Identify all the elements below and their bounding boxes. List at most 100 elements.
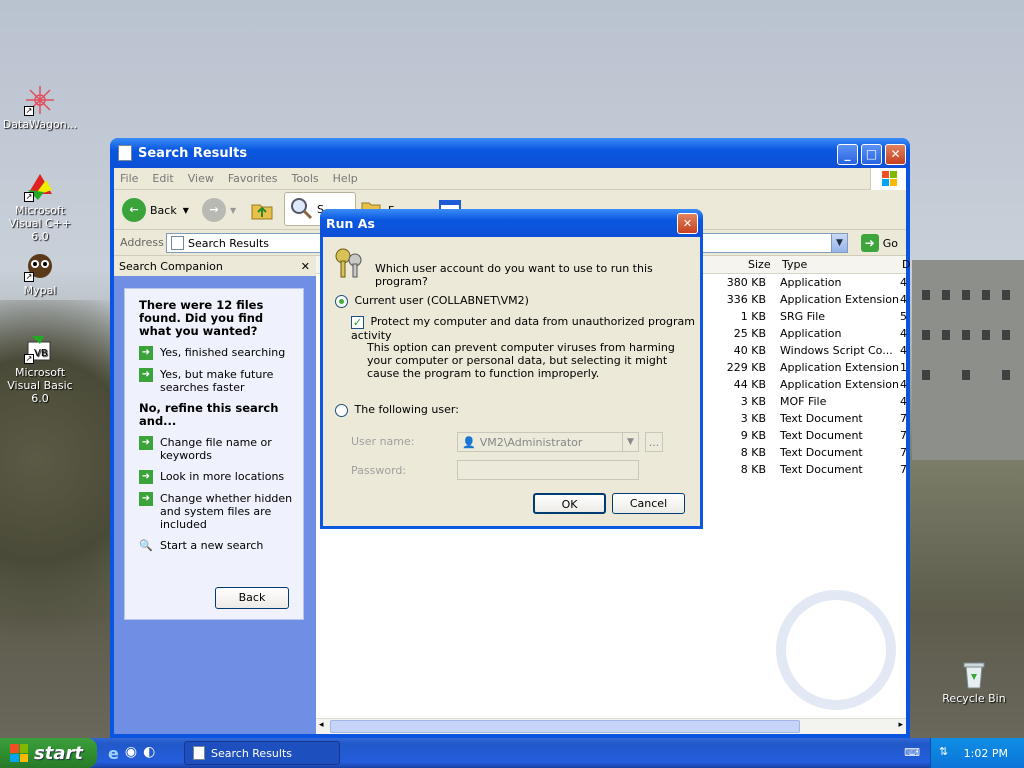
horizontal-scrollbar[interactable]: ◂ ▸ <box>316 718 906 734</box>
following-user-radio[interactable]: The following user: <box>335 403 459 417</box>
desktop-icon-label: Mypal <box>23 284 57 297</box>
current-user-radio[interactable]: Current user (COLLABNET\VM2) <box>335 294 529 308</box>
username-value: VM2\Administrator <box>479 435 583 449</box>
keyboard-icon[interactable]: ⌨ <box>904 746 920 759</box>
option-change-file-name[interactable]: ➜ Change file name or keywords <box>139 436 295 462</box>
window-title: Search Results <box>138 145 248 161</box>
svg-text:VB: VB <box>34 348 48 359</box>
username-combobox[interactable]: 👤 VM2\Administrator ▼ <box>457 432 639 452</box>
desktop-icon-label: DataWagon... <box>2 118 78 131</box>
desktop-icon-visual-cpp[interactable]: ↗ Microsoft Visual C++ 6.0 <box>0 170 80 243</box>
row-size: 3 KB <box>740 412 766 425</box>
browse-user-button[interactable]: ... <box>645 432 663 452</box>
forward-button[interactable]: → ▼ <box>202 196 236 224</box>
internet-explorer-icon[interactable]: e <box>108 744 119 763</box>
row-type: Application Extension <box>780 293 899 306</box>
scroll-right-icon[interactable]: ▸ <box>898 720 903 730</box>
up-folder-button[interactable] <box>250 196 274 224</box>
menu-tools[interactable]: Tools <box>292 172 319 185</box>
desktop-icon-mypal[interactable]: ↗ Mypal <box>0 250 80 297</box>
show-desktop-icon[interactable]: ◐ <box>143 744 155 763</box>
windows-flag-icon <box>10 744 28 762</box>
address-dropdown-button[interactable]: ▼ <box>831 234 847 252</box>
menu-view[interactable]: View <box>188 172 214 185</box>
menu-file[interactable]: File <box>120 172 138 185</box>
option-faster-searches[interactable]: ➜ Yes, but make future searches faster <box>139 368 295 394</box>
option-hidden-files[interactable]: ➜ Change whether hidden and system files… <box>139 492 295 531</box>
green-arrow-icon: ➜ <box>139 368 153 382</box>
row-extra: 4 <box>900 344 907 357</box>
following-user-label: The following user: <box>354 403 459 416</box>
window-titlebar[interactable]: Search Results <box>110 138 910 168</box>
shortcut-arrow-icon: ↗ <box>24 192 34 202</box>
row-type: Application <box>780 276 842 289</box>
protect-checkbox[interactable]: ✓ Protect my computer and data from unau… <box>351 315 700 342</box>
close-button[interactable]: ✕ <box>885 144 906 165</box>
go-button[interactable]: ➜ Go <box>860 234 898 252</box>
column-type[interactable]: Type <box>782 258 807 271</box>
refine-heading: No, refine this search and... <box>139 401 279 428</box>
row-size: 9 KB <box>740 429 766 442</box>
back-arrow-icon: ← <box>122 198 146 222</box>
dialog-close-button[interactable]: ✕ <box>677 213 698 234</box>
desktop-icon-recycle-bin[interactable]: Recycle Bin <box>934 658 1014 705</box>
green-arrow-icon: ➜ <box>139 470 153 484</box>
row-extra: 4 <box>900 395 907 408</box>
option-finished-searching[interactable]: ➜ Yes, finished searching <box>139 346 295 360</box>
ok-button[interactable]: OK <box>533 493 606 514</box>
shortcut-arrow-icon: ↗ <box>24 106 34 116</box>
shortcut-arrow-icon: ↗ <box>24 272 34 282</box>
taskbar-task-label: Search Results <box>211 746 293 760</box>
row-size: 40 KB <box>733 344 766 357</box>
scrollbar-thumb[interactable] <box>330 720 800 733</box>
scroll-left-icon[interactable]: ◂ <box>319 720 324 730</box>
menu-favorites[interactable]: Favorites <box>228 172 278 185</box>
column-size[interactable]: Size <box>748 258 771 271</box>
maximize-button[interactable]: □ <box>861 144 882 165</box>
close-icon: ✕ <box>682 217 693 230</box>
row-size: 3 KB <box>740 395 766 408</box>
menu-edit[interactable]: Edit <box>152 172 173 185</box>
row-size: 336 KB <box>726 293 766 306</box>
clock[interactable]: 1:02 PM <box>964 747 1008 760</box>
row-extra: 4 <box>900 293 907 306</box>
row-size: 380 KB <box>726 276 766 289</box>
row-extra: 7 <box>900 446 907 459</box>
datawagon-icon: ↗ <box>24 84 56 116</box>
password-field[interactable] <box>457 460 639 480</box>
taskbar-search-results[interactable]: Search Results <box>184 741 340 765</box>
start-button[interactable]: start <box>0 738 97 768</box>
media-player-icon[interactable]: ◉ <box>125 744 137 763</box>
row-size: 1 KB <box>740 310 766 323</box>
row-size: 25 KB <box>733 327 766 340</box>
option-more-locations[interactable]: ➜ Look in more locations <box>139 470 295 484</box>
start-label: start <box>34 742 83 764</box>
row-extra: 4 <box>900 378 907 391</box>
menu-help[interactable]: Help <box>333 172 358 185</box>
row-extra: 5 <box>900 310 907 323</box>
row-type: Text Document <box>780 429 863 442</box>
desktop-icon-label: Microsoft Visual Basic 6.0 <box>7 366 73 405</box>
row-type: Application <box>780 327 842 340</box>
search-companion-box: There were 12 files found. Did you find … <box>124 288 304 620</box>
row-extra: 7 <box>900 429 907 442</box>
row-extra: 7 <box>900 412 907 425</box>
option-new-search[interactable]: 🔍 Start a new search <box>139 539 295 552</box>
companion-back-button[interactable]: Back <box>215 587 289 609</box>
checkmark-icon: ✓ <box>351 315 364 329</box>
forward-arrow-icon: → <box>202 198 226 222</box>
network-icon[interactable]: ⇅ <box>939 745 948 758</box>
search-results-icon <box>171 236 184 250</box>
column-extra[interactable]: D <box>902 258 910 271</box>
desktop-icon-label: Microsoft Visual C++ 6.0 <box>8 204 72 243</box>
dialog-titlebar[interactable]: Run As <box>320 209 703 237</box>
row-type: Windows Script Co... <box>780 344 893 357</box>
close-icon[interactable]: ✕ <box>301 260 310 273</box>
minimize-button[interactable]: _ <box>837 144 858 165</box>
cancel-button[interactable]: Cancel <box>612 493 685 514</box>
row-extra: 4 <box>900 327 907 340</box>
desktop-icon-visual-basic[interactable]: VB ↗ Microsoft Visual Basic 6.0 <box>0 332 80 405</box>
back-button[interactable]: ← Back ▼ <box>122 196 189 224</box>
chevron-down-icon: ▼ <box>622 433 638 451</box>
desktop-icon-datawagon[interactable]: ↗ DataWagon... <box>0 84 80 131</box>
